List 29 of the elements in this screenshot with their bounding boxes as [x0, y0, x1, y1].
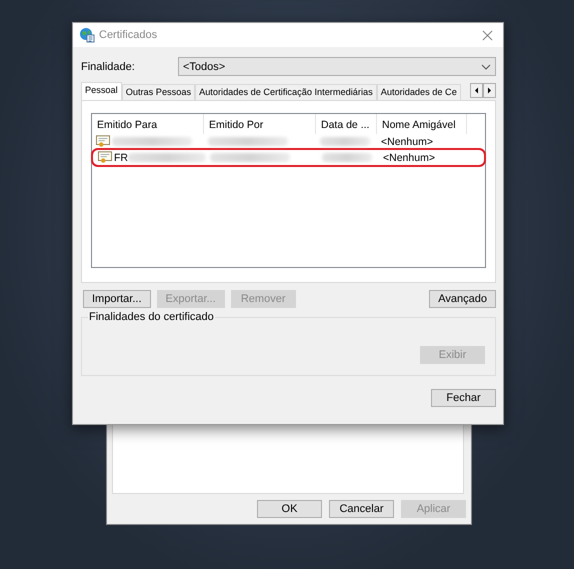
column-header[interactable]: Nome Amigável: [377, 114, 467, 134]
globe-icon: [79, 27, 95, 43]
close-button[interactable]: Fechar: [431, 389, 496, 407]
table-cell: FR: [114, 152, 128, 164]
scroll-left-icon[interactable]: [470, 83, 483, 98]
scroll-right-icon[interactable]: [483, 83, 496, 98]
blurred-text: [320, 137, 370, 146]
group-title: Finalidades do certificado: [88, 311, 215, 323]
column-header[interactable]: Data de ...: [316, 114, 377, 134]
tab[interactable]: Autoridades de Ce: [376, 84, 461, 100]
purpose-dropdown[interactable]: <Todos>: [178, 57, 496, 76]
window-title: Certificados: [99, 29, 158, 41]
dialog-button[interactable]: Cancelar: [329, 500, 394, 518]
table-cell: <Nenhum>: [381, 136, 433, 148]
dialog-button[interactable]: OK: [257, 500, 322, 518]
certificate-icon: [98, 151, 112, 164]
close-icon[interactable]: [482, 30, 493, 40]
tab[interactable]: Pessoal: [81, 82, 122, 100]
purpose-label: Finalidade:: [81, 60, 136, 72]
tab[interactable]: Autoridades de Certificação Intermediárias: [195, 84, 377, 100]
column-header[interactable]: Emitido Para: [92, 114, 204, 134]
chevron-down-icon: [481, 64, 491, 70]
action-button[interactable]: Importar...: [83, 290, 151, 308]
column-header[interactable]: Emitido Por: [204, 114, 316, 134]
tab[interactable]: Outras Pessoas: [122, 84, 196, 100]
table-cell: <Nenhum>: [383, 152, 435, 164]
blurred-text: [322, 153, 372, 162]
certificate-icon: [96, 135, 110, 148]
advanced-button[interactable]: Avançado: [429, 290, 496, 308]
